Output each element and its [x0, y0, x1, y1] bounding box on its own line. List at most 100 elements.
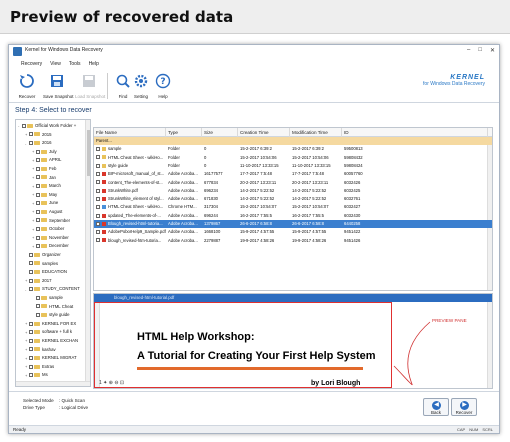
- tree-item[interactable]: + Jan: [16, 174, 56, 181]
- row-checkbox[interactable]: [96, 221, 100, 226]
- tree-item[interactable]: + software + full k: [16, 328, 72, 335]
- column-header-created[interactable]: Creation Time: [238, 128, 290, 137]
- table-row[interactable]: updated_The-elements-of-... Adobe Acroba.…: [94, 212, 492, 220]
- row-checkbox[interactable]: [96, 188, 100, 193]
- table-row[interactable]: StrunkWhite_element of styl... Adobe Acro…: [94, 195, 492, 203]
- column-header-size[interactable]: Size: [202, 128, 238, 137]
- tree-item[interactable]: Organizer: [16, 251, 61, 258]
- tree-item[interactable]: + November: [16, 234, 69, 241]
- tree-checkbox[interactable]: [29, 330, 33, 335]
- back-button[interactable]: ◀ Back: [423, 398, 449, 416]
- tree-checkbox[interactable]: [36, 218, 40, 223]
- preview-tools[interactable]: 1 ✦ ⊕ ⊖ ⊡: [99, 380, 124, 386]
- row-checkbox[interactable]: [96, 213, 100, 218]
- tree-checkbox[interactable]: [29, 141, 33, 146]
- tree-checkbox[interactable]: [36, 235, 40, 240]
- tree-item[interactable]: + kashav: [16, 346, 56, 353]
- column-header-modified[interactable]: Modification Time: [290, 128, 342, 137]
- menu-help[interactable]: Help: [89, 59, 99, 69]
- table-row[interactable]: AdobePoborHelp9_Sample.pdf Adobe Acroba..…: [94, 228, 492, 236]
- tree-item[interactable]: + APRIL: [16, 156, 61, 163]
- column-header-type[interactable]: Type: [166, 128, 202, 137]
- tree-scroll-thumb[interactable]: [87, 130, 90, 176]
- tree-item[interactable]: + KERNEL EXCHAN: [16, 337, 78, 344]
- table-row[interactable]: sample Folder 0 15-2-2017 6:39:2 15-2-2017 6…: [94, 145, 492, 153]
- row-checkbox[interactable]: [96, 155, 100, 160]
- load-snapshot-button[interactable]: Load Snapshot: [75, 71, 105, 101]
- row-checkbox[interactable]: [96, 147, 100, 152]
- tree-checkbox[interactable]: [36, 304, 40, 309]
- tree-item[interactable]: +2015: [16, 131, 52, 138]
- row-checkbox[interactable]: [96, 230, 100, 235]
- tree-checkbox[interactable]: [29, 321, 33, 326]
- table-row[interactable]: blough_revised-htm-tutoria... Adobe Acrob…: [94, 237, 492, 245]
- row-checkbox[interactable]: [96, 163, 100, 168]
- tree-checkbox[interactable]: [36, 192, 40, 197]
- tree-checkbox[interactable]: [36, 158, 40, 163]
- menu-tools[interactable]: Tools: [69, 59, 81, 69]
- column-header-name[interactable]: File Name: [94, 128, 166, 137]
- table-row[interactable]: HTML Cheat Sheet - wikiHo... Folder 0 15-2-…: [94, 154, 492, 162]
- tree-item[interactable]: + August: [16, 208, 62, 215]
- tree-item[interactable]: style guide: [16, 311, 70, 318]
- recover-button[interactable]: Recover: [13, 71, 41, 101]
- close-button[interactable]: ✕: [490, 47, 495, 54]
- tree-checkbox[interactable]: [29, 338, 33, 343]
- tree-item[interactable]: samples: [16, 260, 58, 267]
- table-row[interactable]: BIP-microsoft_manual_of_st... Adobe Acrob…: [94, 170, 492, 178]
- tree-item[interactable]: EDUCATION: [16, 268, 67, 275]
- table-row[interactable]: StrunkWhite.pdf Adobe Acroba... 696234 14-2…: [94, 187, 492, 195]
- tree-item[interactable]: + July: [16, 148, 57, 155]
- tree-checkbox[interactable]: [36, 295, 40, 300]
- tree-checkbox[interactable]: [36, 244, 40, 249]
- table-row[interactable]: content_The-elements-of-st... Adobe Acrob…: [94, 179, 492, 187]
- tree-item[interactable]: + October: [16, 225, 64, 232]
- column-header-id[interactable]: ID: [342, 128, 488, 137]
- recover-footer-button[interactable]: ▶ Recover: [451, 398, 477, 416]
- help-button[interactable]: ? Help: [149, 71, 177, 101]
- table-row[interactable]: HTML Cheat Sheet - wikiHo... Chrome HTM..…: [94, 203, 492, 211]
- tree-checkbox[interactable]: [29, 364, 33, 369]
- tree-checkbox[interactable]: [29, 270, 33, 275]
- tree-checkbox[interactable]: [36, 166, 40, 171]
- table-row[interactable]: Blough_revised-html-tutoria... Adobe Acro…: [94, 220, 492, 229]
- tree-checkbox[interactable]: [29, 373, 33, 378]
- tree-checkbox[interactable]: [29, 132, 33, 137]
- menu-view[interactable]: View: [50, 59, 61, 69]
- tree-item[interactable]: + December: [16, 242, 69, 249]
- tree-checkbox[interactable]: [29, 278, 33, 283]
- tree-checkbox[interactable]: [36, 149, 40, 154]
- tree-item[interactable]: +2017: [16, 277, 52, 284]
- row-checkbox[interactable]: [96, 205, 100, 210]
- tree-checkbox[interactable]: [29, 252, 33, 257]
- tree-checkbox[interactable]: [36, 175, 40, 180]
- tree-horizontal-scrollbar[interactable]: [16, 381, 90, 386]
- row-checkbox[interactable]: [96, 180, 100, 185]
- tree-item[interactable]: + KERNEL MIGRAT: [16, 354, 77, 361]
- minimize-button[interactable]: –: [467, 47, 470, 54]
- tree-item[interactable]: HTML Cheat: [16, 303, 73, 310]
- table-row[interactable]: style guide Folder 0 11-10-2017 13:33:15 11-…: [94, 162, 492, 170]
- tree-checkbox[interactable]: [29, 261, 33, 266]
- tree-item[interactable]: + March: [16, 182, 61, 189]
- tree-item[interactable]: sample: [16, 294, 63, 301]
- tree-checkbox[interactable]: [36, 184, 40, 189]
- tree-checkbox[interactable]: [36, 209, 40, 214]
- tree-checkbox[interactable]: [36, 313, 40, 318]
- tree-checkbox[interactable]: [29, 356, 33, 361]
- tree-item[interactable]: + September: [16, 217, 70, 224]
- preview-scrollbar[interactable]: [487, 302, 492, 388]
- table-row[interactable]: Parent...: [94, 137, 492, 146]
- tree-item[interactable]: + June: [16, 199, 58, 206]
- row-checkbox[interactable]: [96, 196, 100, 201]
- tree-checkbox[interactable]: [36, 227, 40, 232]
- tree-item[interactable]: + Ms: [16, 371, 48, 378]
- row-checkbox[interactable]: [96, 238, 100, 243]
- tree-item[interactable]: + KERNEL FOR EX: [16, 320, 76, 327]
- tree-checkbox[interactable]: [29, 347, 33, 352]
- tree-checkbox[interactable]: [29, 287, 33, 292]
- tree-item[interactable]: - STUDY_CONTENT: [16, 285, 80, 292]
- tree-item[interactable]: + Feb: [16, 165, 56, 172]
- tree-scrollbar[interactable]: [85, 120, 90, 386]
- tree-item[interactable]: -2016: [16, 139, 52, 146]
